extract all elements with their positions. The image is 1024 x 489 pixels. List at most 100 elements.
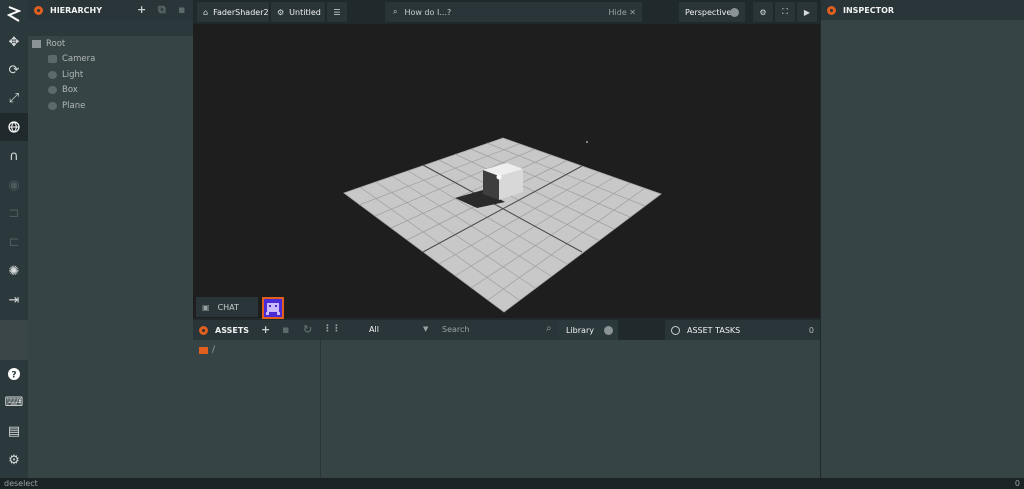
rotate-icon[interactable]: ⟳ — [0, 56, 28, 84]
inspector-panel: INSPECTOR — [821, 0, 1024, 478]
project-name: FaderShader2 — [213, 7, 269, 17]
filter-dropdown[interactable]: All — [369, 325, 379, 334]
folder-root[interactable]: / — [199, 345, 215, 355]
library-button[interactable]: Library — [559, 320, 618, 340]
tree-item-camera[interactable]: Camera — [48, 52, 95, 66]
folder-icon — [32, 40, 41, 48]
status-bar: deselect 0 — [0, 478, 1024, 489]
assets-title-bar: ASSETS — [193, 320, 618, 340]
gear-icon: ⚙ — [759, 7, 767, 17]
camera-icon — [48, 55, 57, 63]
tree-item-label: Light — [62, 70, 84, 80]
scene-button[interactable]: ⚙ Untitled — [271, 2, 325, 22]
scene-name: Untitled — [289, 7, 321, 17]
project-button[interactable]: ⌂ FaderShader2 — [197, 2, 269, 22]
add-entity-icon[interactable]: + — [137, 3, 146, 16]
toolbar-divider-area — [0, 320, 28, 360]
tree-item-label: Box — [62, 85, 78, 95]
search-icon: ⌕ — [393, 7, 398, 16]
tree-item-box[interactable]: Box — [48, 83, 78, 97]
tree-item-label: Root — [46, 39, 66, 49]
dropdown-icon — [604, 325, 613, 335]
scene-viewport[interactable] — [193, 24, 820, 318]
logo-icon[interactable] — [0, 0, 28, 28]
camera-dropdown[interactable]: Perspective — [679, 2, 745, 22]
assets-title: ASSETS — [215, 325, 250, 335]
chevron-down-icon[interactable]: ▼ — [423, 325, 428, 333]
light-icon[interactable]: ✺ — [0, 257, 28, 285]
camera-gizmo — [586, 141, 588, 143]
search-icon: ⌕ — [546, 323, 552, 334]
expand-icon: ⛶ — [782, 7, 788, 16]
move-icon[interactable]: ✥ — [0, 28, 28, 56]
asset-tasks-title: ASSET TASKS — [687, 325, 741, 335]
asset-tasks-count: 0 — [808, 325, 814, 335]
light-gizmo — [496, 174, 502, 180]
delete-asset-icon[interactable]: ▪ — [282, 323, 289, 336]
search-input[interactable]: How do I...? — [404, 8, 451, 17]
hierarchy-subbar — [28, 20, 193, 36]
hierarchy-header: HIERARCHY + ⧉ ▪ — [28, 0, 193, 20]
dropdown-icon — [730, 7, 739, 17]
asset-folder-tree: / — [193, 340, 321, 478]
keyboard-icon[interactable]: ⌨ — [0, 388, 28, 416]
settings-icon[interactable]: ⚙ — [0, 446, 28, 474]
panel-collapse-icon[interactable] — [199, 325, 208, 335]
duplicate-icon[interactable]: ⧉ — [158, 3, 166, 17]
panel-collapse-icon[interactable] — [827, 5, 836, 15]
status-count: 0 — [1014, 479, 1020, 488]
grid-view-icon[interactable]: ⋮⋮ — [323, 324, 341, 334]
chat-icon: ▣ — [202, 302, 210, 312]
assets-header: ASSETS + ▪ ↻ ⋮⋮ All ▼ Search ⌕ Library — [193, 320, 618, 340]
hierarchy-title: HIERARCHY — [50, 5, 103, 15]
exit-icon[interactable]: ⇥ — [0, 286, 28, 314]
assets-panel: / — [193, 340, 820, 478]
chat-icon[interactable]: ▤ — [0, 417, 28, 445]
tree-item-plane[interactable]: Plane — [48, 99, 85, 113]
scene-render — [343, 137, 662, 313]
editor-settings-button[interactable]: ⚙ — [753, 2, 773, 22]
frame-icon[interactable]: ⊏ — [0, 228, 28, 256]
chat-label: CHAT — [217, 302, 239, 312]
delete-icon[interactable]: ▪ — [178, 3, 185, 16]
svg-text:?: ? — [11, 371, 16, 381]
gear-icon: ⚙ — [277, 7, 285, 17]
magnet-icon[interactable]: ∩ — [0, 142, 28, 170]
refresh-icon[interactable]: ↻ — [303, 323, 312, 336]
folder-path-label: / — [212, 345, 216, 355]
hierarchy-panel: HIERARCHY + ⧉ ▪ Root Camera Light Box Pl… — [28, 0, 193, 478]
eye-icon[interactable]: ◉ — [0, 171, 28, 199]
list-icon: ☰ — [333, 7, 341, 17]
panel-collapse-icon[interactable] — [34, 5, 43, 15]
resize-icon[interactable]: ⊐ — [0, 199, 28, 227]
help-search[interactable]: ⌕ How do I...? Hide ✕ — [385, 2, 642, 22]
asset-tasks-header[interactable]: ASSET TASKS 0 — [665, 320, 820, 340]
help-icon[interactable]: ? — [0, 360, 28, 388]
tree-item-root[interactable]: Root — [32, 37, 65, 51]
model-icon — [48, 102, 57, 110]
hide-button[interactable]: Hide ✕ — [609, 8, 637, 17]
chat-button[interactable]: ▣ CHAT — [196, 297, 258, 317]
asset-search-input[interactable]: Search — [442, 325, 469, 334]
avatar[interactable] — [262, 297, 284, 319]
fullscreen-button[interactable]: ⛶ — [775, 2, 795, 22]
tree-item-label: Camera — [62, 54, 96, 64]
inspector-title: INSPECTOR — [843, 5, 895, 15]
play-icon: ▶ — [803, 7, 811, 17]
top-bar: ⌂ FaderShader2 ⚙ Untitled ☰ ⌕ How do I..… — [193, 0, 820, 24]
add-asset-icon[interactable]: + — [261, 323, 270, 336]
ground-plane — [343, 137, 662, 313]
scale-icon[interactable]: ⤢ — [0, 84, 28, 112]
model-icon — [48, 86, 57, 94]
inspector-header: INSPECTOR — [821, 0, 1024, 20]
play-circle-icon — [671, 325, 680, 335]
tree-item-light[interactable]: Light — [48, 68, 83, 82]
tool-sidebar: ✥ ⟳ ⤢ ∩ ◉ ⊐ ⊏ ✺ ⇥ ? ⌨ ▤ ⚙ — [0, 0, 28, 478]
camera-label: Perspective — [685, 7, 732, 17]
home-icon: ⌂ — [203, 7, 209, 17]
scenes-list-button[interactable]: ☰ — [327, 2, 347, 22]
folder-icon — [199, 346, 208, 354]
world-icon[interactable] — [0, 113, 28, 141]
launch-button[interactable]: ▶ — [797, 2, 817, 22]
tree-item-label: Plane — [62, 101, 86, 111]
